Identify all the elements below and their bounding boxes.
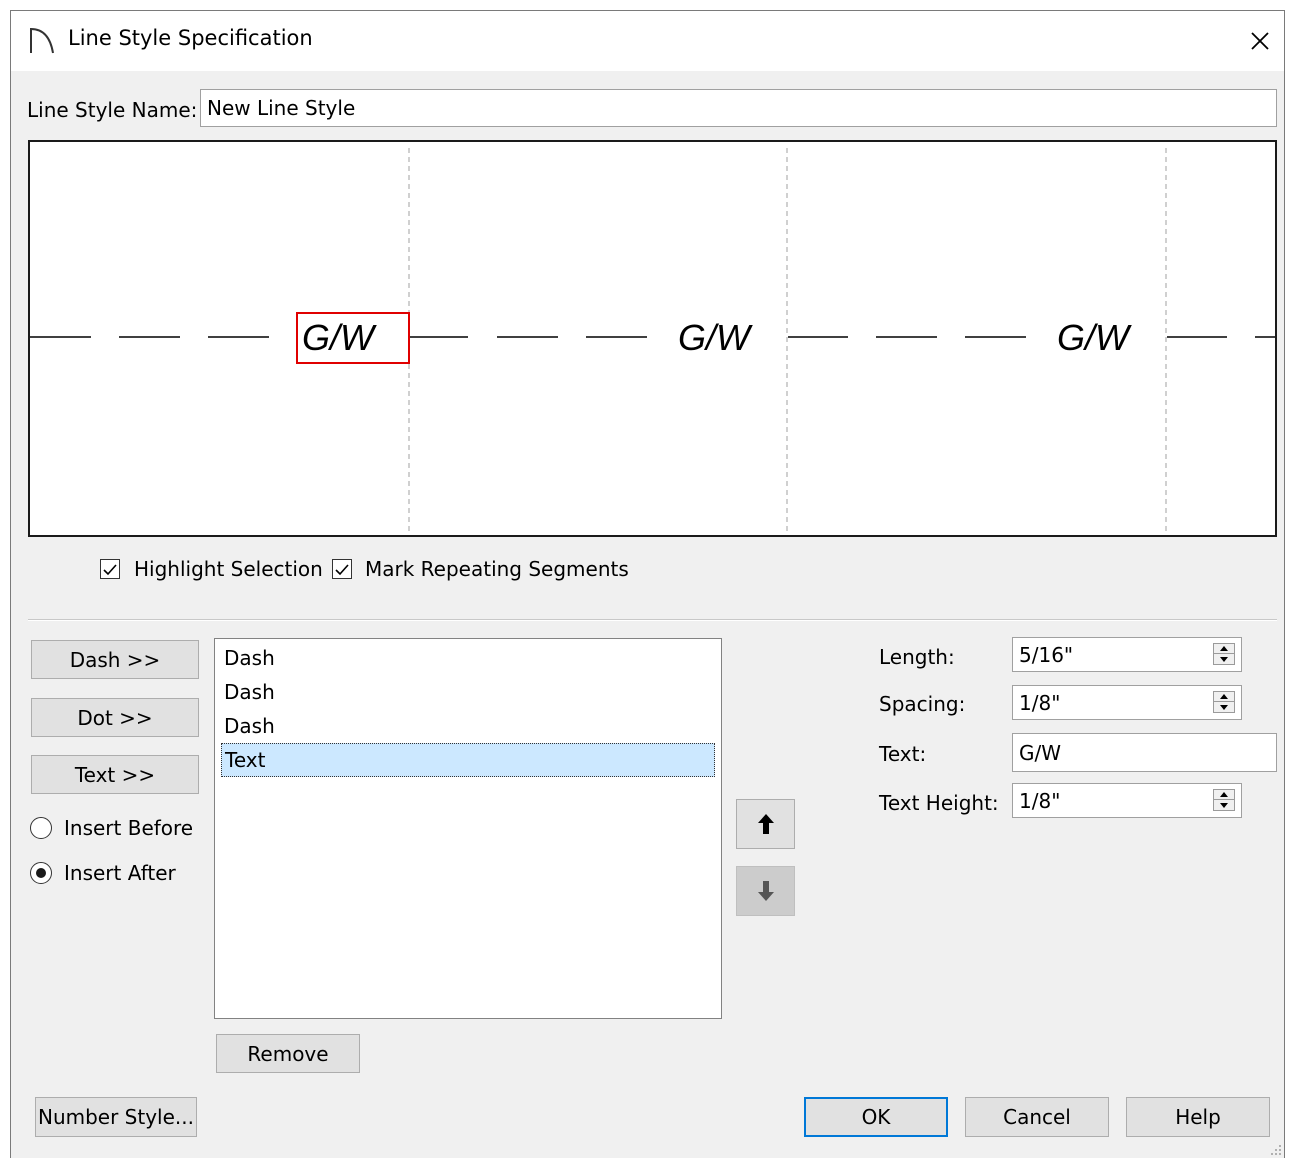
mark-repeating-label[interactable]: Mark Repeating Segments [365, 557, 629, 581]
list-item-dash[interactable]: Dash [221, 675, 715, 709]
arc-icon [30, 27, 54, 54]
spin-down-icon[interactable] [1214, 702, 1234, 712]
text-segment: G/W [678, 317, 753, 358]
close-button[interactable] [1236, 11, 1284, 71]
line-style-preview: G/W G/W G/W [28, 140, 1277, 537]
add-dash-button[interactable]: Dash >> [31, 640, 199, 679]
spin-up-icon[interactable] [1214, 644, 1234, 654]
radio-selected-dot [36, 868, 46, 878]
spacing-spinner[interactable] [1213, 691, 1235, 713]
insert-after-label[interactable]: Insert After [64, 861, 176, 885]
insert-before-label[interactable]: Insert Before [64, 816, 193, 840]
list-item-dash[interactable]: Dash [221, 709, 715, 743]
length-label: Length: [879, 645, 955, 669]
spin-up-icon[interactable] [1214, 692, 1234, 702]
list-item-dash[interactable]: Dash [221, 641, 715, 675]
text-value: G/W [1019, 740, 1062, 765]
list-item-text[interactable]: Text [221, 743, 715, 777]
spin-up-icon[interactable] [1214, 790, 1234, 800]
text-height-label: Text Height: [879, 791, 999, 815]
close-icon [1251, 32, 1269, 50]
dialog-window: Line Style Specification Line Style Name… [10, 10, 1285, 1158]
text-height-spinner[interactable] [1213, 789, 1235, 811]
move-down-button[interactable] [736, 866, 795, 916]
text-height-value: 1/8" [1019, 788, 1061, 813]
remove-button[interactable]: Remove [216, 1034, 360, 1073]
ok-button[interactable]: OK [804, 1097, 948, 1137]
highlight-selection-label[interactable]: Highlight Selection [134, 557, 323, 581]
text-segment: G/W [1057, 317, 1132, 358]
highlight-selection-checkbox[interactable] [100, 559, 120, 579]
spacing-input[interactable]: 1/8" [1012, 685, 1242, 720]
spin-down-icon[interactable] [1214, 800, 1234, 810]
text-input[interactable]: G/W [1012, 733, 1277, 772]
arrow-down-icon [757, 881, 774, 901]
length-spinner[interactable] [1213, 643, 1235, 665]
line-style-name-label: Line Style Name: [27, 98, 198, 122]
spin-down-icon[interactable] [1214, 654, 1234, 664]
length-value: 5/16" [1019, 642, 1074, 667]
text-label: Text: [879, 742, 927, 766]
number-style-button[interactable]: Number Style... [35, 1097, 197, 1137]
insert-after-radio[interactable] [30, 862, 52, 884]
mark-repeating-checkbox[interactable] [332, 559, 352, 579]
spacing-value: 1/8" [1019, 690, 1061, 715]
spacing-label: Spacing: [879, 692, 966, 716]
add-dot-button[interactable]: Dot >> [31, 698, 199, 737]
checkmark-icon [335, 564, 349, 576]
text-height-input[interactable]: 1/8" [1012, 783, 1242, 818]
arrow-up-icon [757, 814, 774, 834]
cancel-button[interactable]: Cancel [965, 1097, 1109, 1137]
section-divider [28, 619, 1277, 621]
text-segment: G/W [302, 317, 377, 358]
insert-before-radio[interactable] [30, 817, 52, 839]
line-style-name-input[interactable]: New Line Style [200, 89, 1277, 127]
length-input[interactable]: 5/16" [1012, 637, 1242, 672]
add-text-button[interactable]: Text >> [31, 755, 199, 794]
resize-grip-icon[interactable] [1268, 1142, 1282, 1156]
help-button[interactable]: Help [1126, 1097, 1270, 1137]
title-bar: Line Style Specification [11, 11, 1284, 71]
line-style-name-value: New Line Style [207, 96, 356, 120]
segment-list[interactable]: Dash Dash Dash Text [214, 638, 722, 1019]
window-title: Line Style Specification [68, 26, 313, 50]
move-up-button[interactable] [736, 799, 795, 849]
checkmark-icon [103, 564, 117, 576]
